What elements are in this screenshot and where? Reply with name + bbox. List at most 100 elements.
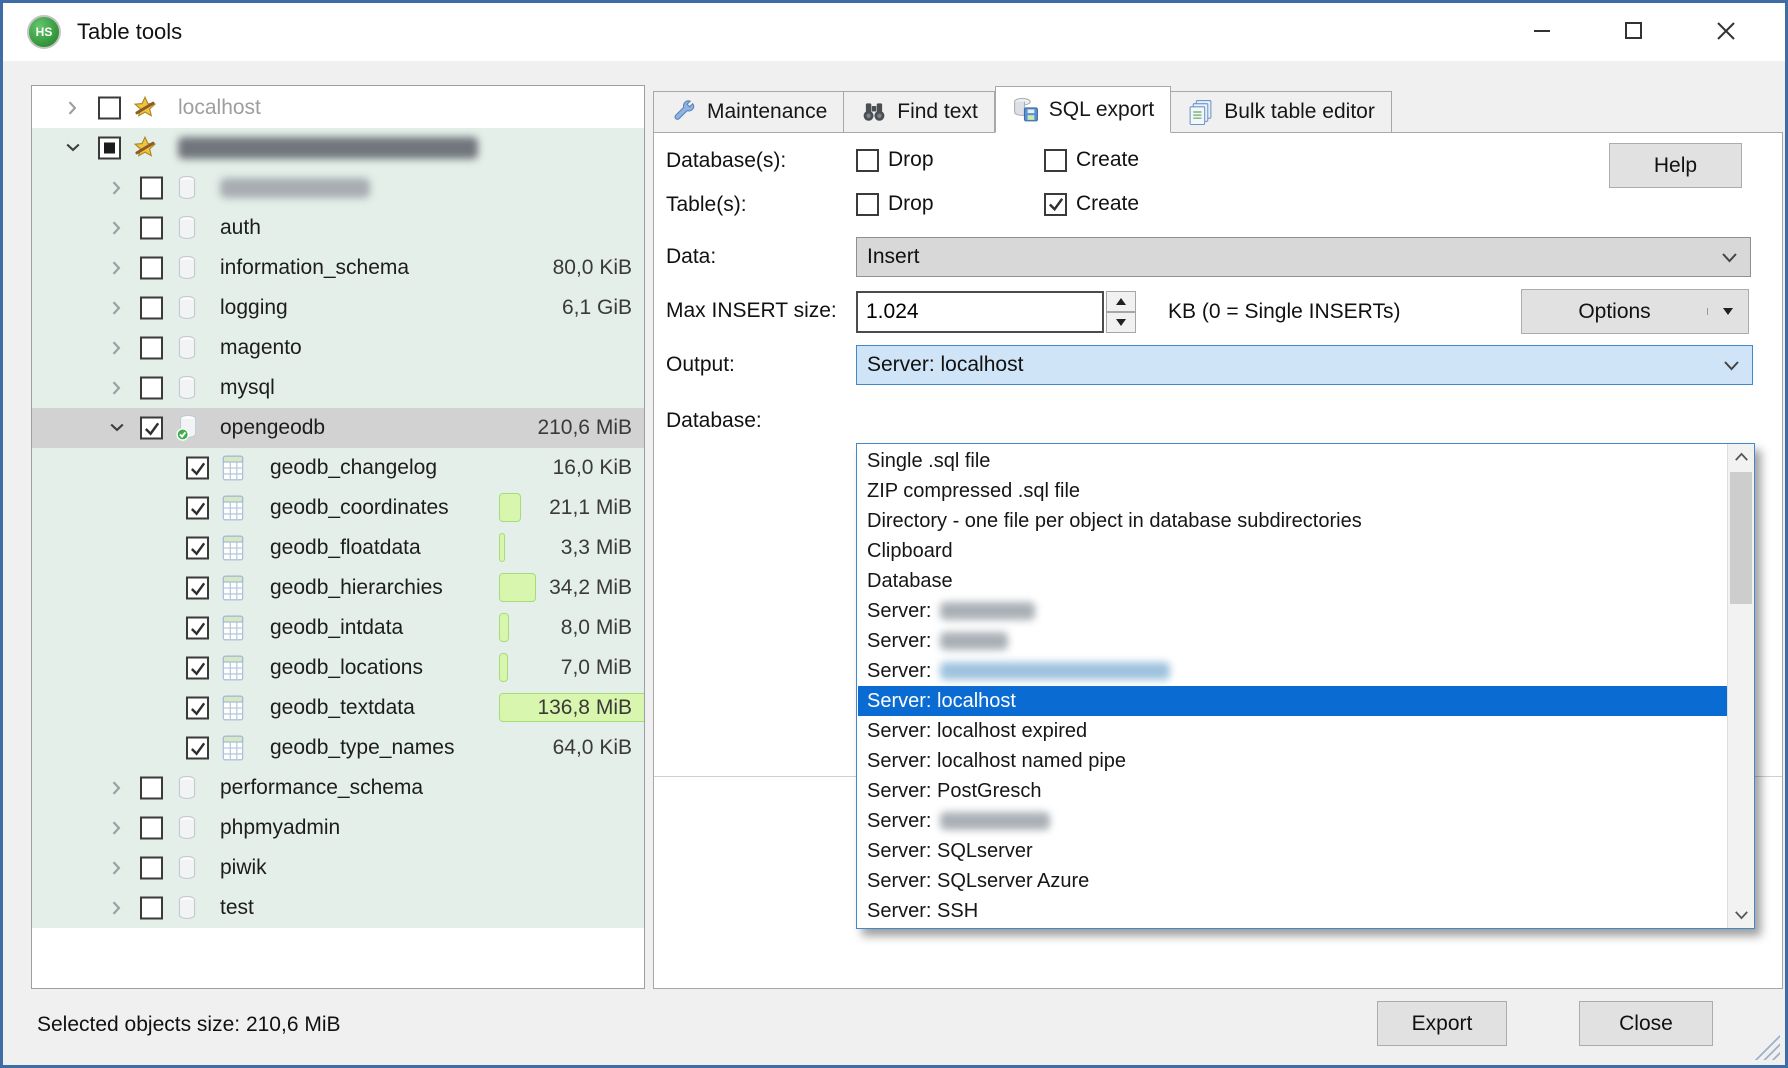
tree-row-mysql[interactable]: mysql (32, 368, 644, 408)
tree-checkbox-partial[interactable] (98, 137, 121, 160)
tree-checkbox-checked[interactable] (186, 697, 209, 720)
tree-row-opengeodb[interactable]: opengeodb210,6 MiB (32, 408, 644, 448)
dropdown-item[interactable]: Server: SSH (858, 896, 1727, 926)
dropdown-item[interactable]: Server: (858, 626, 1727, 656)
tab-maintenance[interactable]: Maintenance (653, 91, 844, 133)
tree-checkbox-checked[interactable] (186, 657, 209, 680)
expand-chevron-right-icon[interactable] (106, 377, 128, 399)
dropdown-item[interactable]: Directory - one file per object in datab… (858, 506, 1727, 536)
expand-chevron-down-icon[interactable] (106, 417, 128, 439)
maximize-button[interactable] (1601, 3, 1667, 59)
tree-checkbox-checked[interactable] (186, 537, 209, 560)
tree-checkbox-unchecked[interactable] (140, 297, 163, 320)
dropdown-item[interactable]: Server: (858, 806, 1727, 836)
tree-checkbox-checked[interactable] (186, 457, 209, 480)
tree-row-auth[interactable]: auth (32, 208, 644, 248)
tree-row-geodb_intdata[interactable]: geodb_intdata8,0 MiB (32, 608, 644, 648)
databases-create-checkbox[interactable]: Create (1044, 145, 1139, 175)
tables-create-checkbox[interactable]: Create (1044, 189, 1139, 219)
dropdown-item[interactable]: Server: SQLserver (858, 836, 1727, 866)
tree-row-piwik[interactable]: piwik (32, 848, 644, 888)
tree-row-geodb_changelog[interactable]: geodb_changelog16,0 KiB (32, 448, 644, 488)
dropdown-item[interactable]: Clipboard (858, 536, 1727, 566)
close-button[interactable]: Close (1579, 1001, 1713, 1046)
dropdown-item[interactable]: Server: localhost expired (858, 716, 1727, 746)
scrollbar-thumb[interactable] (1730, 472, 1752, 604)
tree-row-information_schema[interactable]: information_schema80,0 KiB (32, 248, 644, 288)
dropdown-item[interactable]: Server: (858, 596, 1727, 626)
tree-row-geodb_textdata[interactable]: geodb_textdata136,8 MiB (32, 688, 644, 728)
dropdown-item[interactable]: ZIP compressed .sql file (858, 476, 1727, 506)
tree-checkbox-checked[interactable] (186, 497, 209, 520)
help-button[interactable]: Help (1609, 143, 1742, 188)
expand-chevron-down-icon[interactable] (62, 137, 84, 159)
dropdown-item[interactable]: Server: (858, 656, 1727, 686)
dropdown-item[interactable]: Database (858, 566, 1727, 596)
tree-checkbox-unchecked[interactable] (98, 97, 121, 120)
expand-chevron-right-icon[interactable] (106, 337, 128, 359)
minimize-button[interactable] (1509, 3, 1575, 59)
data-select[interactable]: Insert (856, 237, 1751, 277)
tree-row[interactable] (32, 168, 644, 208)
tree-checkbox-checked[interactable] (186, 617, 209, 640)
tree-checkbox-unchecked[interactable] (140, 377, 163, 400)
dropdown-item[interactable]: Server: PostGresch (858, 776, 1727, 806)
databases-drop-checkbox[interactable]: Drop (856, 145, 934, 175)
tree-checkbox-unchecked[interactable] (140, 257, 163, 280)
dropdown-item[interactable]: Server: localhost (858, 686, 1727, 716)
tree-checkbox-unchecked[interactable] (140, 897, 163, 920)
tree-checkbox-unchecked[interactable] (140, 337, 163, 360)
expand-chevron-right-icon[interactable] (106, 817, 128, 839)
tree-row-phpmyadmin[interactable]: phpmyadmin (32, 808, 644, 848)
output-select[interactable]: Server: localhost (856, 345, 1753, 385)
spin-down-button[interactable] (1106, 312, 1136, 333)
tree-row-test[interactable]: test (32, 888, 644, 928)
dropdown-scrollbar[interactable] (1727, 444, 1754, 928)
dropdown-item[interactable]: Server: localhost named pipe (858, 746, 1727, 776)
scrollbar-up-button[interactable] (1728, 444, 1754, 470)
export-button[interactable]: Export (1377, 1001, 1507, 1046)
tree-row-geodb_locations[interactable]: geodb_locations7,0 MiB (32, 648, 644, 688)
tree-row-geodb_type_names[interactable]: geodb_type_names64,0 KiB (32, 728, 644, 768)
tab-find-text[interactable]: Find text (844, 91, 995, 133)
tree-checkbox-checked[interactable] (140, 417, 163, 440)
expand-chevron-right-icon[interactable] (106, 177, 128, 199)
tree-checkbox-unchecked[interactable] (140, 857, 163, 880)
tree-checkbox-unchecked[interactable] (140, 217, 163, 240)
tables-drop-checkbox[interactable]: Drop (856, 189, 934, 219)
tree-checkbox-checked[interactable] (186, 737, 209, 760)
tree-checkbox-unchecked[interactable] (140, 777, 163, 800)
max-insert-field[interactable] (856, 291, 1104, 333)
tree-row[interactable] (32, 128, 644, 168)
dropdown-item[interactable]: Server: SQLserver Azure (858, 866, 1727, 896)
dropdown-item[interactable]: Single .sql file (858, 446, 1727, 476)
tree-row-magento[interactable]: magento (32, 328, 644, 368)
tree-row-geodb_floatdata[interactable]: geodb_floatdata3,3 MiB (32, 528, 644, 568)
options-button[interactable]: Options (1522, 300, 1707, 324)
tree-checkbox-unchecked[interactable] (140, 817, 163, 840)
expand-chevron-right-icon[interactable] (106, 297, 128, 319)
resize-grip[interactable] (1753, 1033, 1780, 1060)
tree-row-geodb_hierarchies[interactable]: geodb_hierarchies34,2 MiB (32, 568, 644, 608)
tab-sql-export[interactable]: SQL export (995, 86, 1171, 133)
spin-up-button[interactable] (1106, 291, 1136, 312)
expand-chevron-right-icon[interactable] (106, 777, 128, 799)
tree-checkbox-unchecked[interactable] (140, 177, 163, 200)
expand-chevron-right-icon[interactable] (62, 97, 84, 119)
expand-chevron-right-icon[interactable] (106, 897, 128, 919)
max-insert-input[interactable] (858, 293, 1102, 331)
tree-row-logging[interactable]: logging6,1 GiB (32, 288, 644, 328)
options-dropdown-arrow[interactable] (1707, 308, 1748, 315)
expand-chevron-right-icon[interactable] (106, 857, 128, 879)
tree-row-performance_schema[interactable]: performance_schema (32, 768, 644, 808)
tree-row-size: 7,0 MiB (561, 648, 632, 688)
tree-row-size: 8,0 MiB (561, 608, 632, 648)
tree-row-localhost[interactable]: localhost (32, 88, 644, 128)
tab-bulk-table-editor[interactable]: Bulk table editor (1171, 91, 1392, 133)
tree-row-geodb_coordinates[interactable]: geodb_coordinates21,1 MiB (32, 488, 644, 528)
expand-chevron-right-icon[interactable] (106, 257, 128, 279)
tree-checkbox-checked[interactable] (186, 577, 209, 600)
scrollbar-down-button[interactable] (1728, 902, 1754, 928)
expand-chevron-right-icon[interactable] (106, 217, 128, 239)
close-window-button[interactable] (1693, 3, 1759, 59)
